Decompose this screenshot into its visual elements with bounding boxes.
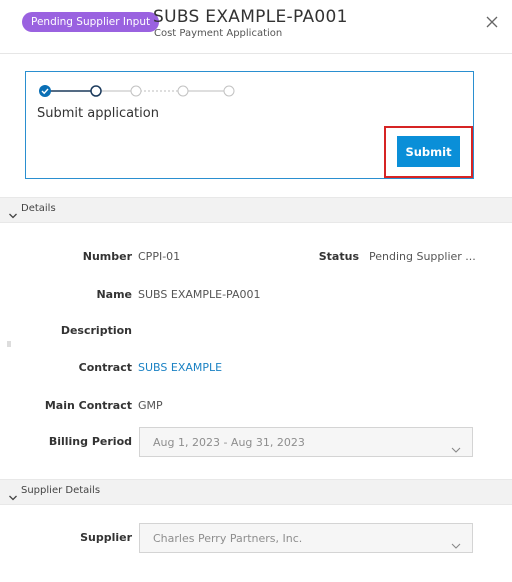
workflow-heading: Submit application: [37, 106, 159, 121]
step-1-check-circle-icon: [39, 85, 51, 97]
page-subtitle: Cost Payment Application: [154, 28, 283, 39]
step-4: [177, 85, 189, 97]
close-icon[interactable]: [482, 12, 502, 32]
workflow-card: Submit application Submit: [25, 71, 474, 179]
main-contract-value: GMP: [138, 399, 163, 412]
name-label: Name: [96, 288, 132, 301]
name-value: SUBS EXAMPLE-PA001: [138, 288, 261, 301]
contract-link[interactable]: SUBS EXAMPLE: [138, 361, 222, 374]
status-label: Status: [318, 250, 359, 263]
billing-period-value: Aug 1, 2023 - Aug 31, 2023: [153, 436, 305, 449]
supplier-details-section-label: Supplier Details: [21, 485, 101, 496]
supplier-value: Charles Perry Partners, Inc.: [153, 532, 303, 545]
details-section-label: Details: [21, 203, 56, 214]
contract-label: Contract: [78, 361, 132, 374]
chevron-down-icon: [8, 488, 18, 501]
panel-header: Pending Supplier Input SUBS EXAMPLE-PA00…: [0, 0, 512, 54]
status-value: Pending Supplier ...: [369, 250, 476, 263]
workflow-stepper: [36, 83, 236, 99]
description-label: Description: [60, 324, 132, 337]
step-5: [223, 85, 235, 97]
step-3: [130, 85, 142, 97]
billing-period-label: Billing Period: [48, 435, 132, 448]
billing-period-select[interactable]: Aug 1, 2023 - Aug 31, 2023: [139, 427, 473, 457]
number-label: Number: [82, 250, 132, 263]
drag-handle-icon[interactable]: [7, 340, 11, 350]
chevron-down-icon: [451, 439, 461, 453]
chevron-down-icon: [8, 206, 18, 219]
details-section-header[interactable]: Details: [0, 197, 512, 223]
chevron-down-icon: [451, 535, 461, 549]
supplier-details-section-header[interactable]: Supplier Details: [0, 479, 512, 505]
page-title: SUBS EXAMPLE-PA001: [153, 7, 348, 27]
main-contract-label: Main Contract: [44, 399, 132, 412]
number-value: CPPI-01: [138, 250, 181, 263]
submit-button[interactable]: Submit: [397, 136, 460, 167]
supplier-label: Supplier: [80, 531, 132, 544]
status-badge: Pending Supplier Input: [22, 12, 160, 32]
supplier-select[interactable]: Charles Perry Partners, Inc.: [139, 523, 473, 553]
step-2-current: [90, 85, 102, 97]
